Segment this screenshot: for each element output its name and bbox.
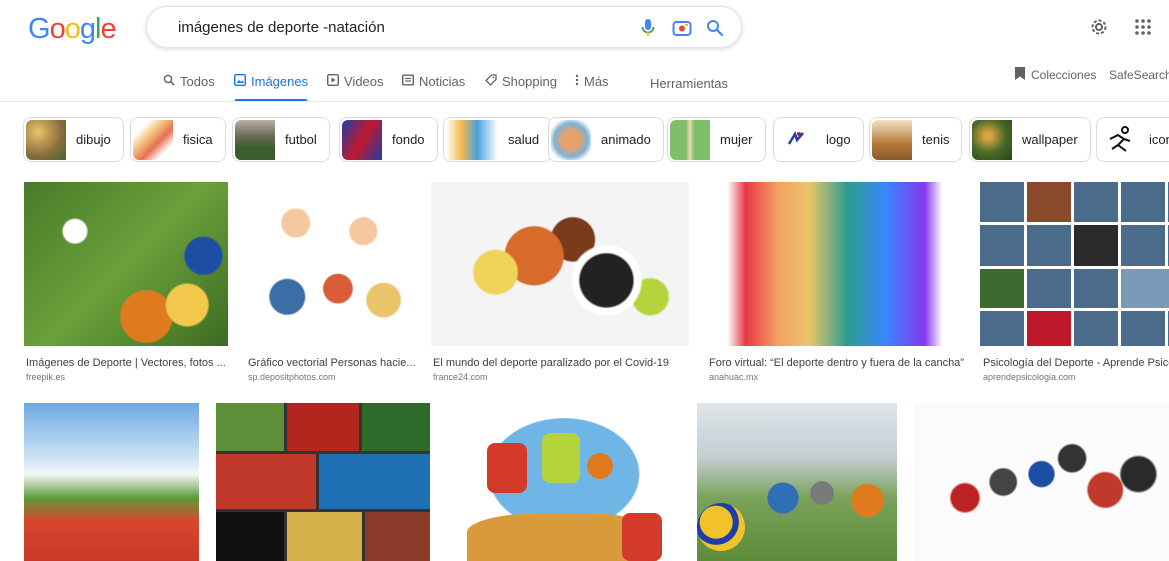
- result-image[interactable]: [707, 182, 963, 346]
- news-icon: [401, 74, 415, 89]
- chip-salud[interactable]: salud: [443, 117, 553, 162]
- tab-todos[interactable]: Todos: [163, 74, 215, 89]
- chip-futbol[interactable]: futbol: [232, 117, 330, 162]
- chip-label: icon: [1149, 132, 1169, 147]
- result-caption[interactable]: Imágenes de Deporte | Vectores, fotos ..…: [26, 357, 226, 369]
- chip-thumbnail: [972, 119, 1012, 160]
- collections-label: Colecciones: [1031, 68, 1097, 82]
- chip-thumbnail: [342, 119, 382, 160]
- chip-tenis[interactable]: tenis: [869, 117, 963, 162]
- chip-logo[interactable]: logo: [773, 117, 864, 162]
- safesearch-link[interactable]: SafeSearch: [1109, 68, 1169, 82]
- search-input[interactable]: imágenes de deporte -natación: [178, 19, 385, 36]
- result-source[interactable]: aprendepsicologia.com: [983, 372, 1076, 382]
- tab-mas[interactable]: Más: [575, 74, 609, 89]
- tab-label: Shopping: [502, 74, 557, 89]
- more-vert-icon: [575, 74, 579, 89]
- chip-thumbnail: [670, 119, 710, 160]
- microphone-icon[interactable]: [637, 17, 659, 39]
- result-image[interactable]: [24, 182, 228, 346]
- tab-videos[interactable]: Videos: [326, 73, 384, 89]
- chip-label: wallpaper: [1022, 132, 1078, 147]
- result-source[interactable]: sp.depositphotos.com: [248, 372, 336, 382]
- result-source[interactable]: france24.com: [433, 372, 488, 382]
- bookmark-icon: [1015, 67, 1025, 83]
- result-image[interactable]: [24, 403, 199, 561]
- image-icon: [233, 73, 247, 89]
- chip-wallpaper[interactable]: wallpaper: [969, 117, 1091, 162]
- result-image[interactable]: [245, 182, 414, 346]
- result-caption[interactable]: Foro virtual: “El deporte dentro y fuera…: [709, 357, 967, 369]
- google-logo[interactable]: Google: [28, 13, 117, 46]
- chip-label: mujer: [720, 132, 753, 147]
- chip-label: salud: [508, 132, 540, 147]
- result-image[interactable]: [980, 182, 1169, 346]
- chip-thumbnail: [133, 119, 173, 160]
- search-icon: [163, 74, 175, 89]
- result-source[interactable]: freepik.es: [26, 372, 65, 382]
- search-icon[interactable]: [704, 17, 726, 39]
- result-image[interactable]: [697, 403, 897, 561]
- tab-noticias[interactable]: Noticias: [401, 74, 466, 89]
- chip-thumbnail: [446, 119, 498, 160]
- video-icon: [326, 73, 340, 89]
- result-image[interactable]: [216, 403, 430, 561]
- tag-icon: [485, 74, 497, 89]
- settings-gear-icon[interactable]: [1088, 16, 1110, 38]
- tab-label: Videos: [344, 74, 384, 89]
- search-tabs: Todos Imágenes Videos Noticias Shopping …: [0, 70, 1169, 102]
- chip-thumbnail: [26, 119, 66, 160]
- result-image[interactable]: [431, 182, 689, 346]
- chip-thumbnail: [551, 119, 591, 160]
- result-source[interactable]: anahuac.mx: [709, 372, 758, 382]
- related-chips: dibujo fisica futbol fondo salud animado…: [23, 117, 1169, 163]
- chip-thumbnail: [1099, 119, 1139, 160]
- chip-label: animado: [601, 132, 651, 147]
- chip-label: tenis: [922, 132, 950, 147]
- result-caption[interactable]: Gráfico vectorial Personas hacie...: [248, 357, 416, 369]
- chip-icon[interactable]: icon: [1096, 117, 1169, 162]
- chip-thumbnail: [776, 119, 816, 160]
- tab-label: Noticias: [419, 74, 466, 89]
- chip-thumbnail: [235, 119, 275, 160]
- tab-shopping[interactable]: Shopping: [485, 74, 557, 89]
- chip-label: fisica: [183, 132, 213, 147]
- divider: [0, 101, 1169, 102]
- tab-imagenes[interactable]: Imágenes: [233, 73, 309, 89]
- chip-dibujo[interactable]: dibujo: [23, 117, 124, 162]
- chip-label: futbol: [285, 132, 317, 147]
- tab-label: Imágenes: [251, 74, 309, 89]
- result-caption[interactable]: El mundo del deporte paralizado por el C…: [433, 357, 691, 369]
- tab-label: Herramientas: [650, 76, 729, 91]
- result-image[interactable]: [447, 403, 681, 561]
- result-image[interactable]: [914, 403, 1169, 561]
- tab-herramientas[interactable]: Herramientas: [650, 76, 728, 91]
- chip-fondo[interactable]: fondo: [339, 117, 438, 162]
- logo-text: Google: [28, 13, 117, 45]
- apps-grid-icon[interactable]: [1134, 18, 1152, 36]
- search-box[interactable]: imágenes de deporte -natación: [146, 6, 742, 48]
- chip-fisica[interactable]: fisica: [130, 117, 226, 162]
- collections-link[interactable]: Colecciones: [1015, 67, 1096, 83]
- chip-animado[interactable]: animado: [548, 117, 664, 162]
- chip-mujer[interactable]: mujer: [667, 117, 766, 162]
- chip-label: dibujo: [76, 132, 111, 147]
- tab-label: Todos: [180, 74, 215, 89]
- tab-label: Más: [584, 74, 609, 89]
- result-caption[interactable]: Psicología del Deporte - Aprende Psicolo…: [983, 357, 1169, 369]
- safesearch-label: SafeSearch: [1109, 68, 1169, 82]
- chip-label: logo: [826, 132, 851, 147]
- camera-lens-icon[interactable]: [671, 17, 693, 39]
- chip-label: fondo: [392, 132, 425, 147]
- chip-thumbnail: [872, 119, 912, 160]
